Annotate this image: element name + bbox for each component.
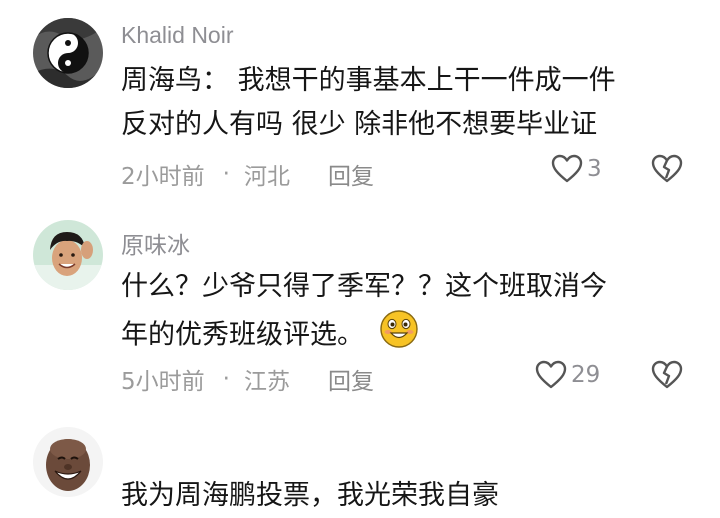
- username[interactable]: 原味冰: [121, 226, 190, 260]
- comment-item: 原味冰 什么？少爷只得了季军？？这个班取消今 年的优秀班级评选。 5小时前 ·: [0, 200, 720, 410]
- avatar[interactable]: [33, 18, 103, 88]
- username[interactable]: Khalid Noir: [121, 22, 234, 49]
- comment-line: 反对的人有吗 很少 除非他不想要毕业证: [121, 109, 598, 140]
- location: 江苏: [243, 369, 290, 395]
- timestamp: 5小时前: [121, 369, 205, 395]
- avatar[interactable]: [33, 220, 103, 290]
- dislike-button[interactable]: [651, 154, 683, 188]
- reply-button[interactable]: 回复: [328, 157, 374, 191]
- like-count: 3: [587, 156, 602, 182]
- comment-line: 我为周海鹏投票，我光荣我自豪: [121, 480, 499, 511]
- separator-dot: ·: [222, 161, 230, 187]
- comment-text: 什么？少爷只得了季军？？这个班取消今 年的优秀班级评选。: [121, 265, 691, 363]
- comment-meta: 5小时前 · 江苏 回复: [121, 362, 374, 396]
- broken-heart-icon: [651, 154, 683, 183]
- comment-line: 年的优秀班级评选。: [121, 309, 691, 363]
- like-button[interactable]: 29: [535, 360, 600, 390]
- comment-line: 周海鸟： 我想干的事基本上干一件成一件: [121, 65, 616, 96]
- like-count: 29: [571, 362, 601, 388]
- grinning-emoji-icon: [379, 310, 418, 348]
- comment-item: 我为周海鹏投票，我光荣我自豪: [0, 410, 720, 512]
- grinning-emoji: [379, 309, 419, 363]
- reply-button[interactable]: 回复: [328, 362, 374, 396]
- dislike-button[interactable]: [651, 360, 683, 394]
- comment-item: Khalid Noir 周海鸟： 我想干的事基本上干一件成一件 反对的人有吗 很…: [0, 0, 720, 200]
- heart-icon: [551, 154, 583, 183]
- laughing-man-avatar: [33, 427, 103, 497]
- like-button[interactable]: 3: [551, 154, 602, 184]
- broken-heart-icon: [651, 360, 683, 389]
- timestamp: 2小时前: [121, 164, 205, 190]
- location: 河北: [243, 164, 290, 190]
- comment-text: 周海鸟： 我想干的事基本上干一件成一件 反对的人有吗 很少 除非他不想要毕业证: [121, 59, 691, 147]
- avatar[interactable]: [33, 427, 103, 497]
- heart-icon: [535, 360, 567, 389]
- comment-line-text: 年的优秀班级评选。: [121, 319, 364, 351]
- comment-line: 什么？少爷只得了季军？？这个班取消今: [121, 271, 607, 302]
- comment-text: 我为周海鹏投票，我光荣我自豪: [121, 474, 691, 518]
- comment-meta: 2小时前 · 河北 回复: [121, 157, 374, 191]
- smiling-boy-avatar: [33, 220, 103, 290]
- separator-dot: ·: [222, 366, 230, 392]
- yin-yang-dragon-avatar: [33, 18, 103, 88]
